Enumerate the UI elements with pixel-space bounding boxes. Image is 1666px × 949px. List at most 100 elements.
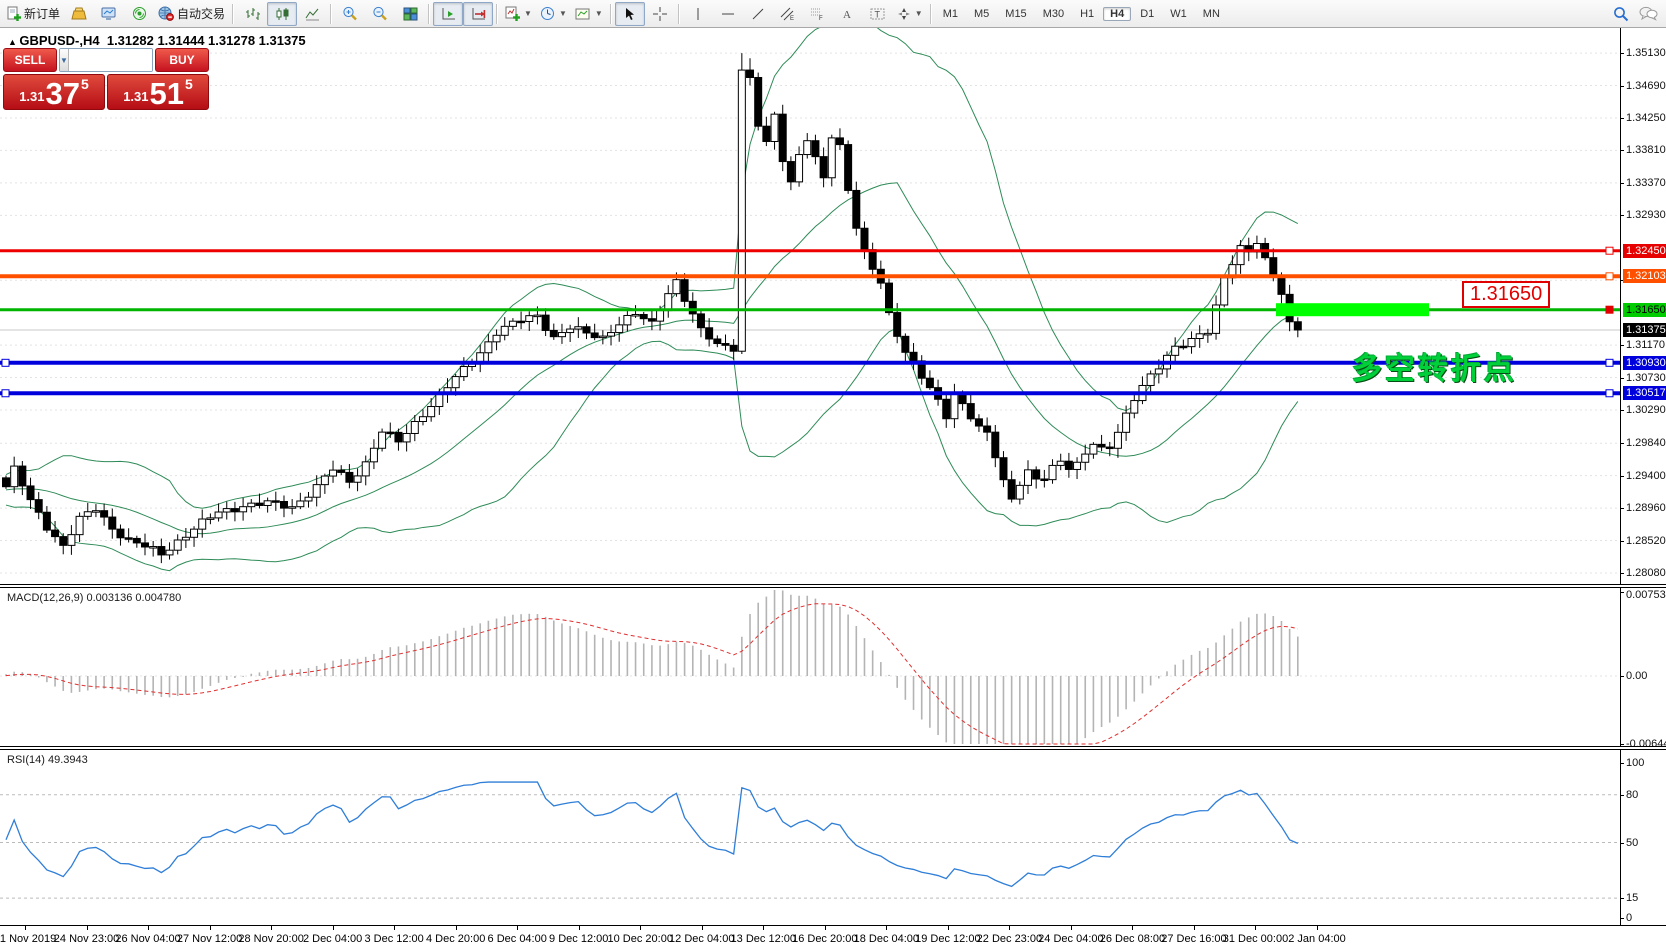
candlestick	[910, 352, 917, 361]
timeframe-button-M30[interactable]: M30	[1036, 7, 1071, 21]
trendline-button[interactable]	[743, 2, 773, 26]
axis-tick	[1621, 898, 1624, 899]
indicators-button[interactable]: ▼	[501, 2, 536, 26]
macd-histogram-bar	[71, 676, 73, 693]
search-icon[interactable]	[1613, 6, 1629, 22]
candlestick	[3, 478, 10, 487]
text-button[interactable]: A	[833, 2, 863, 26]
line-handle[interactable]	[2, 359, 9, 366]
time-label: 6 Dec 04:00	[488, 933, 547, 945]
bar-chart-button[interactable]	[237, 2, 267, 26]
price-level-callout[interactable]: 1.31650	[1462, 281, 1550, 308]
time-axis[interactable]: 21 Nov 201924 Nov 23:0026 Nov 04:0027 No…	[0, 925, 1666, 949]
candlestick	[714, 339, 721, 344]
price-tick-label: 1.28960	[1626, 502, 1666, 514]
chat-icon[interactable]	[1639, 6, 1658, 21]
channel-button[interactable]: E	[773, 2, 803, 26]
tile-windows-button[interactable]	[395, 2, 425, 26]
symbol-ohlc-label: ▲ GBPUSD-,H4 1.31282 1.31444 1.31278 1.3…	[8, 33, 306, 48]
candlestick-chart-button[interactable]	[267, 2, 297, 26]
sell-button[interactable]: SELL	[3, 48, 57, 72]
timeframe-button-D1[interactable]: D1	[1133, 7, 1161, 21]
candlestick	[542, 315, 549, 330]
macd-histogram-bar	[340, 659, 342, 676]
zoom-in-button[interactable]	[335, 2, 365, 26]
line-chart-button[interactable]	[297, 2, 327, 26]
cursor-button[interactable]	[615, 2, 645, 26]
candlestick	[485, 342, 492, 353]
chart-text-annotation[interactable]: 多空转折点	[1352, 344, 1517, 388]
candlestick	[1082, 454, 1089, 462]
time-label: 2 Jan 04:00	[1288, 933, 1346, 945]
arrows-button[interactable]: ▼	[893, 2, 927, 26]
timeframe-button-W1[interactable]: W1	[1163, 7, 1194, 21]
collapse-triangle-icon[interactable]: ▲	[8, 37, 19, 47]
macd-histogram-bar	[300, 669, 302, 676]
rsi-label: RSI(14) 49.3943	[7, 754, 88, 766]
macd-histogram-bar	[782, 590, 784, 676]
volume-down-button[interactable]: ▼	[60, 49, 69, 71]
text-label-button[interactable]: T	[863, 2, 893, 26]
terminal-button[interactable]	[94, 2, 124, 26]
candlestick	[1123, 413, 1130, 432]
candlestick	[1270, 258, 1277, 276]
auto-scroll-button[interactable]	[433, 2, 463, 26]
candlestick	[141, 543, 148, 547]
vertical-line-button[interactable]	[683, 2, 713, 26]
timeframe-button-M5[interactable]: M5	[967, 7, 996, 21]
timeframe-button-M1[interactable]: M1	[936, 7, 965, 21]
line-handle[interactable]	[1606, 390, 1613, 397]
time-label: 13 Dec 12:00	[731, 933, 796, 945]
price-axis[interactable]: 1.351301.346901.342501.338101.333701.329…	[1620, 28, 1666, 584]
crosshair-button[interactable]	[645, 2, 675, 26]
line-handle[interactable]	[1606, 273, 1613, 280]
svg-text:T: T	[875, 9, 881, 19]
macd-histogram-bar	[62, 676, 64, 691]
candlestick	[820, 157, 827, 178]
macd-histogram-bar	[1035, 676, 1037, 744]
separator	[930, 4, 932, 24]
new-order-button[interactable]: 新订单	[2, 2, 64, 26]
svg-text:A: A	[843, 9, 851, 21]
auto-trading-button[interactable]: 自动交易	[154, 2, 229, 26]
new-order-icon	[6, 6, 21, 21]
time-label: 3 Dec 12:00	[364, 933, 423, 945]
price-badge: 1.31375	[1623, 323, 1666, 337]
volume-input[interactable]	[69, 49, 153, 71]
macd-histogram-bar	[332, 661, 334, 676]
macd-histogram-bar	[226, 676, 228, 680]
horizontal-line-button[interactable]	[713, 2, 743, 26]
time-label: 21 Nov 2019	[0, 933, 56, 945]
candlestick	[76, 516, 83, 534]
macd-histogram-bar	[275, 670, 277, 676]
candlestick	[1221, 278, 1228, 305]
chart-shift-button[interactable]	[463, 2, 493, 26]
line-handle[interactable]	[2, 390, 9, 397]
line-handle[interactable]	[1606, 247, 1613, 254]
candlestick	[158, 547, 165, 555]
sell-price-button[interactable]: 1.31375	[3, 74, 105, 110]
macd-histogram-bar	[839, 607, 841, 676]
line-handle[interactable]	[1606, 359, 1613, 366]
buy-price-button[interactable]: 1.31515	[107, 74, 209, 110]
timeframe-button-M15[interactable]: M15	[998, 7, 1033, 21]
buy-button[interactable]: BUY	[155, 48, 209, 72]
candlestick	[1237, 246, 1244, 265]
candlestick	[370, 448, 377, 462]
macd-histogram-bar	[659, 646, 661, 676]
market-watch-button[interactable]	[64, 2, 94, 26]
zoom-out-button[interactable]	[365, 2, 395, 26]
line-handle[interactable]	[1606, 306, 1613, 313]
highlight-rectangle-object[interactable]	[1276, 303, 1429, 316]
macd-histogram-bar	[488, 621, 490, 676]
periods-button[interactable]: ▼	[536, 2, 571, 26]
candlestick	[1106, 447, 1113, 449]
timeframe-button-H1[interactable]: H1	[1073, 7, 1101, 21]
fibonacci-button[interactable]: F	[803, 2, 833, 26]
signal-button[interactable]	[124, 2, 154, 26]
macd-histogram-bar	[1215, 643, 1217, 676]
timeframe-button-H4[interactable]: H4	[1103, 7, 1131, 21]
macd-histogram-bar	[520, 614, 522, 676]
templates-button[interactable]: ▼	[571, 2, 607, 26]
timeframe-button-MN[interactable]: MN	[1196, 7, 1227, 21]
